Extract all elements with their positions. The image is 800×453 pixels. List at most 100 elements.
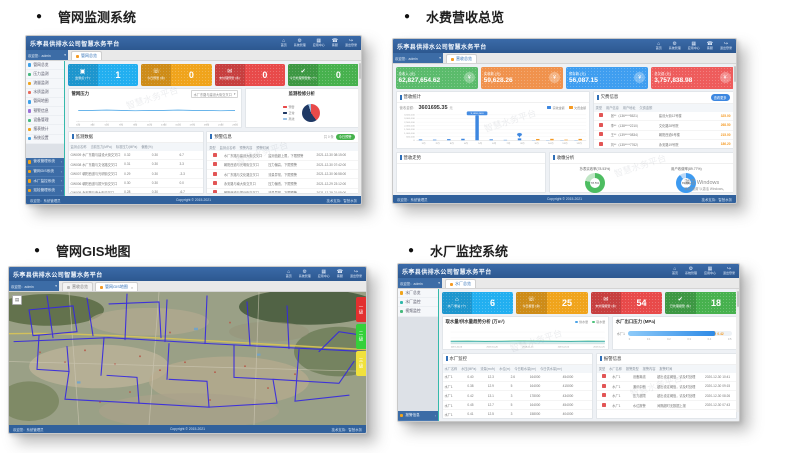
today-warning-button[interactable]: 今日预警 bbox=[336, 134, 355, 141]
header-icon-label: 应用中心 bbox=[688, 47, 700, 50]
header-icon-button[interactable]: ↪ 退出登录 bbox=[345, 39, 357, 48]
sidebar-system-item[interactable]: 营收管理系统 › bbox=[26, 158, 64, 168]
tab-revenue-overview[interactable]: 营收总览 bbox=[446, 54, 477, 63]
column-header: 监测点名称 bbox=[218, 143, 238, 151]
scrollbar[interactable] bbox=[736, 289, 739, 412]
sidebar-system-item[interactable]: 管网GIS系统 › bbox=[26, 167, 64, 177]
svg-text:4月: 4月 bbox=[463, 141, 467, 144]
sidebar-item-label: 视频监控 bbox=[405, 309, 420, 314]
tab-gis-map[interactable]: 管网GIS地图 × bbox=[95, 282, 138, 291]
header-icon-button[interactable]: ⚙ 系统管理 bbox=[294, 39, 306, 48]
scrollbar[interactable] bbox=[358, 61, 361, 195]
header-icon-button[interactable]: ⚙ 系统管理 bbox=[669, 42, 681, 51]
alarm-table-panel: 报警信息 类型水厂名称报警类型报警内容报警时间 水厂1 设备离线 超出设定阈值，… bbox=[596, 353, 737, 419]
header-icon-button[interactable]: ☎ 客服 bbox=[707, 42, 713, 51]
alarm-level-buttons: 一级 二级 三级 bbox=[356, 297, 366, 376]
column-header: 水厂名称 bbox=[607, 365, 624, 373]
alarm-level-button[interactable]: 二级 bbox=[356, 324, 366, 349]
tab-dot-icon bbox=[100, 286, 103, 289]
header-icon-button[interactable]: ⌂ 首页 bbox=[281, 39, 287, 48]
user-strip[interactable]: 欢迎您：admin ▾ bbox=[398, 278, 442, 288]
chevron-down-icon: ▾ bbox=[64, 53, 66, 57]
legend-item: 实收金额 bbox=[547, 106, 565, 110]
sidebar-spacer bbox=[398, 317, 438, 412]
tab-plant-overview[interactable]: 水厂总览 bbox=[445, 279, 476, 288]
scrollbar[interactable] bbox=[733, 64, 736, 194]
alarm-level-button[interactable]: 一级 bbox=[356, 297, 366, 322]
header-icon-button[interactable]: ▦ 应用中心 bbox=[688, 42, 700, 51]
header-icon-button[interactable]: ☎ 客服 bbox=[332, 39, 338, 48]
arrears-panel: 欠费信息 查看更多 类型用户信息用户地址欠费金额 张**（136****5521… bbox=[593, 91, 734, 149]
tab-label: 营收总览 bbox=[72, 284, 88, 290]
sidebar-item[interactable]: 水质监测 bbox=[26, 89, 64, 98]
tab-overview[interactable]: 管网总览 bbox=[71, 51, 102, 60]
station-select[interactable]: 水厂东路与建设大街交叉口 ▾ bbox=[191, 90, 239, 98]
sidebar-item[interactable]: 报表统计 bbox=[26, 125, 64, 134]
sidebar-system-label: 管网GIS系统 bbox=[33, 169, 54, 174]
sidebar-item[interactable]: 设备管理 bbox=[26, 116, 64, 125]
alarm-badge-icon bbox=[602, 393, 606, 397]
app-footer: 欢迎您：系统管理员 Copyright © 2015-2021 技术支持：智慧水… bbox=[393, 195, 736, 203]
kpi-card: ✉ 未处理报警 (条) 54 bbox=[591, 292, 663, 314]
menu-icon bbox=[28, 119, 31, 122]
kpi-icon: ☏ bbox=[152, 69, 160, 75]
kpi-icon: ✉ bbox=[603, 297, 608, 303]
close-icon[interactable]: × bbox=[131, 285, 133, 290]
kpi-card: ▣ 监测点 (个) 1 bbox=[68, 64, 139, 86]
tab-revenue-overview[interactable]: 营收总览 bbox=[62, 282, 93, 291]
sidebar-item[interactable]: 水厂总览 bbox=[398, 289, 438, 298]
view-more-button[interactable]: 查看更多 bbox=[711, 94, 730, 101]
header-icon-label: 客服 bbox=[707, 47, 713, 50]
header-icon-button[interactable]: ⌂ 首页 bbox=[656, 42, 662, 51]
header-icon-button[interactable]: ↪ 退出登录 bbox=[723, 267, 735, 276]
sidebar-item[interactable]: 流量监测 bbox=[26, 79, 64, 88]
header-icon-button[interactable]: ⚙ 系统管理 bbox=[685, 267, 697, 276]
header-icon-button[interactable]: ☎ 客服 bbox=[337, 270, 343, 279]
header-icon-button[interactable]: ▦ 应用中心 bbox=[313, 39, 325, 48]
svg-text:1,000,000: 1,000,000 bbox=[404, 133, 416, 135]
revenue-bar-chart: 3,500,0003,000,0002,500,0002,000,0001,50… bbox=[397, 111, 590, 148]
user-strip[interactable]: 欢迎您：admin ▾ bbox=[393, 53, 443, 63]
user-strip[interactable]: 欢迎您：admin ▾ bbox=[26, 50, 68, 60]
sidebar-system-item[interactable]: 水厂监控系统 › bbox=[26, 177, 64, 187]
user-name: 欢迎您：admin bbox=[28, 53, 51, 58]
sidebar-item[interactable]: 压力监测 bbox=[26, 70, 64, 79]
sidebar-item[interactable]: 系统设置 bbox=[26, 135, 64, 144]
legend-label: 已缴费用户(89.77%) bbox=[675, 195, 702, 196]
kpi-cards: ⌂ 水厂/泵站 (个) 6 ☏ 今日报警 (条) 25 bbox=[442, 292, 737, 314]
user-strip[interactable]: 欢迎您：admin ▾ bbox=[9, 281, 59, 291]
gis-map[interactable]: ▤ 一级 二级 三级 bbox=[9, 292, 366, 425]
menu-icon bbox=[28, 160, 31, 163]
panel-title: 取水量/供水量趋势分析 (万m³) bbox=[443, 317, 508, 327]
legend-item: 正常 bbox=[283, 111, 295, 115]
sidebar-alarm-item[interactable]: 报警信息 › bbox=[398, 411, 438, 421]
line-legend: 供水量 取水量 bbox=[575, 320, 605, 324]
svg-text:3,500,000: 3,500,000 bbox=[404, 115, 416, 117]
chevron-down-icon: ▾ bbox=[438, 281, 440, 285]
header-icon-button[interactable]: ⚙ 系统管理 bbox=[299, 270, 311, 279]
kpi-icon: ▣ bbox=[80, 69, 86, 75]
map-layers-button[interactable]: ▤ bbox=[12, 295, 22, 305]
header-icon-button[interactable]: ↪ 退出登录 bbox=[350, 270, 362, 279]
alarm-level-label: 一级 bbox=[358, 304, 364, 315]
tick-label: 0.2 bbox=[667, 338, 671, 341]
column-header: 报警类型 bbox=[624, 365, 641, 373]
legend-chip bbox=[575, 321, 578, 324]
sidebar-item[interactable]: 预警信息 bbox=[26, 107, 64, 116]
sidebar-system-item[interactable]: 巡检管理系统 › bbox=[26, 186, 64, 196]
alert-badge-icon bbox=[213, 190, 217, 192]
header-icon-button[interactable]: ⌂ 首页 bbox=[672, 267, 678, 276]
chevron-right-icon: › bbox=[61, 160, 62, 164]
header-icon-button[interactable]: ▦ 应用中心 bbox=[704, 267, 716, 276]
header-icon-button[interactable]: ⌂ 首页 bbox=[286, 270, 292, 279]
header-icon-button[interactable]: ↪ 退出登录 bbox=[720, 42, 732, 51]
kpi-value: 3,757,838.98 bbox=[654, 77, 719, 84]
sidebar-item[interactable]: 水厂监控 bbox=[398, 298, 438, 307]
svg-text:5月: 5月 bbox=[478, 141, 482, 144]
alarm-level-button[interactable]: 三级 bbox=[356, 351, 366, 376]
header-icon-button[interactable]: ▦ 应用中心 bbox=[318, 270, 330, 279]
main-content: 智慧水务平台 智慧水务平台 总收入 (元) 62,827,654.62 ¥ bbox=[393, 64, 736, 195]
sidebar-item[interactable]: 视频监控 bbox=[398, 307, 438, 316]
sidebar-item[interactable]: 管网总览 bbox=[26, 61, 64, 70]
sidebar-item[interactable]: 管网地图 bbox=[26, 98, 64, 107]
